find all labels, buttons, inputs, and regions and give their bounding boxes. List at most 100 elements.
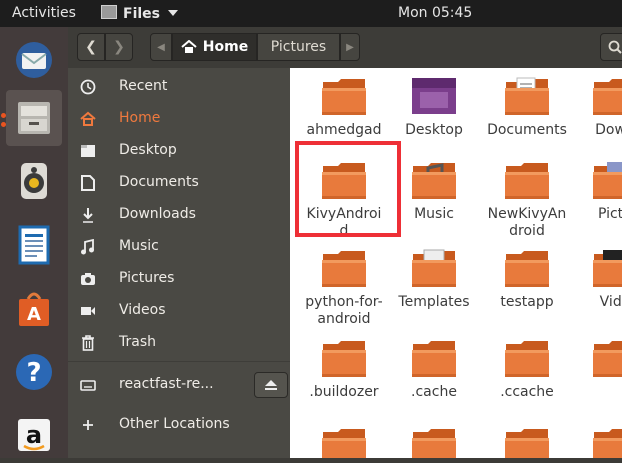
folder-icon (503, 336, 551, 380)
folder-icon (503, 424, 551, 458)
file-name: .ccache (500, 384, 554, 400)
drive-icon (79, 376, 97, 394)
dock-writer[interactable] (6, 217, 62, 273)
file-item-vide[interactable]: Vide (560, 246, 622, 311)
files-app-icon (101, 5, 117, 19)
thunderbird-icon (16, 42, 52, 78)
file-name: Down (595, 122, 622, 138)
sidebar-item-label: Trash (119, 334, 156, 350)
desktop-folder-icon (410, 74, 458, 118)
music-icon (79, 238, 97, 256)
path-pictures-button[interactable]: Pictures (257, 33, 340, 61)
video-icon (79, 302, 97, 320)
dock: A ? a (0, 27, 68, 458)
music-folder-icon (410, 158, 458, 202)
file-cabinet-icon (18, 102, 50, 134)
help-icon: ? (16, 354, 52, 390)
selection-highlight-box (295, 141, 401, 237)
sidebar-item-trash[interactable]: Trash (68, 328, 290, 358)
sidebar-item-downloads[interactable]: Downloads (68, 200, 290, 230)
folder-icon (410, 336, 458, 380)
header-bar: ❮ ❯ ◀ Home Pictures ▶ (68, 27, 622, 69)
dock-amazon[interactable]: a (6, 407, 62, 463)
path-scroll-left-button[interactable]: ◀ (150, 33, 172, 61)
path-scroll-right-button[interactable]: ▶ (340, 33, 360, 61)
writer-document-icon (18, 225, 50, 265)
activities-button[interactable]: Activities (12, 5, 76, 21)
triangle-right-icon: ▶ (346, 41, 354, 53)
svg-text:A: A (27, 304, 41, 325)
sidebar-item-documents[interactable]: Documents (68, 168, 290, 198)
folder-icon (591, 74, 622, 118)
sidebar-divider (68, 361, 290, 362)
dock-thunderbird[interactable] (6, 32, 62, 88)
folder-icon (591, 336, 622, 380)
sidebar-item-pictures[interactable]: Pictures (68, 264, 290, 294)
clock-icon (79, 78, 97, 96)
camera-icon (79, 270, 97, 288)
search-button[interactable] (600, 33, 622, 61)
file-item-item-19[interactable] (560, 424, 622, 458)
sidebar-item-home[interactable]: Home (68, 104, 290, 134)
sidebar-item-label: Videos (119, 302, 166, 318)
sidebar-item-label: Home (119, 110, 161, 126)
sidebar-item-label: Music (119, 238, 159, 254)
clock[interactable]: Mon 05:45 (398, 5, 472, 21)
sidebar-item-desktop[interactable]: Desktop (68, 136, 290, 166)
plus-icon (79, 416, 97, 434)
videos-folder-icon (591, 246, 622, 290)
forward-button[interactable]: ❯ (105, 33, 133, 61)
dock-files[interactable] (6, 90, 62, 146)
places-sidebar: Recent Home Desktop Documents Downloads … (68, 68, 290, 458)
folder-icon (320, 336, 368, 380)
file-name: Pictu (597, 206, 622, 222)
folder-icon (79, 142, 97, 160)
speaker-icon (21, 163, 47, 199)
search-icon (608, 40, 622, 54)
svg-text:a: a (26, 421, 42, 449)
download-icon (79, 206, 97, 224)
sidebar-item-label: reactfast-re... (119, 376, 214, 392)
dock-software[interactable]: A (6, 280, 62, 336)
app-menu[interactable]: Files (101, 5, 179, 22)
app-name: Files (123, 6, 160, 22)
dock-help[interactable]: ? (6, 344, 62, 400)
triangle-left-icon: ◀ (157, 41, 165, 53)
folder-icon (320, 246, 368, 290)
sidebar-item-label: Downloads (119, 206, 196, 222)
file-item-down[interactable]: Down (560, 74, 622, 139)
chevron-right-icon: ❯ (113, 39, 125, 55)
shopping-bag-icon: A (19, 292, 49, 326)
eject-icon (265, 380, 277, 390)
folder-icon (320, 424, 368, 458)
folder-icon (503, 158, 551, 202)
file-item-pictu[interactable]: Pictu (560, 158, 622, 223)
path-home-label: Home (202, 39, 249, 55)
sidebar-item-label: Desktop (119, 142, 177, 158)
sidebar-item-label: Other Locations (119, 416, 230, 432)
sidebar-item-videos[interactable]: Videos (68, 296, 290, 326)
file-grid: ahmedgadDesktopDocumentsDownKivyAndroi d… (290, 68, 622, 458)
file-item-item-15[interactable] (560, 336, 622, 384)
templates-folder-icon: a (410, 246, 458, 290)
back-button[interactable]: ❮ (77, 33, 105, 61)
trash-icon (79, 334, 97, 352)
home-icon (181, 40, 197, 53)
home-icon (79, 110, 97, 128)
pictures-folder-icon (591, 158, 622, 202)
sidebar-item-label: Pictures (119, 270, 175, 286)
sidebar-item-label: Documents (119, 174, 199, 190)
sidebar-item-recent[interactable]: Recent (68, 72, 290, 102)
file-name: Vide (599, 294, 622, 310)
svg-text:?: ? (26, 358, 41, 388)
chevron-down-icon (168, 10, 179, 16)
document-icon (79, 174, 97, 192)
documents-folder-icon (503, 74, 551, 118)
folder-icon (591, 424, 622, 458)
folder-icon (320, 74, 368, 118)
sidebar-item-other-locations[interactable]: Other Locations (68, 410, 290, 440)
path-home-button[interactable]: Home (172, 33, 257, 61)
sidebar-item-music[interactable]: Music (68, 232, 290, 262)
eject-button[interactable] (254, 372, 288, 398)
dock-rhythmbox[interactable] (6, 153, 62, 209)
